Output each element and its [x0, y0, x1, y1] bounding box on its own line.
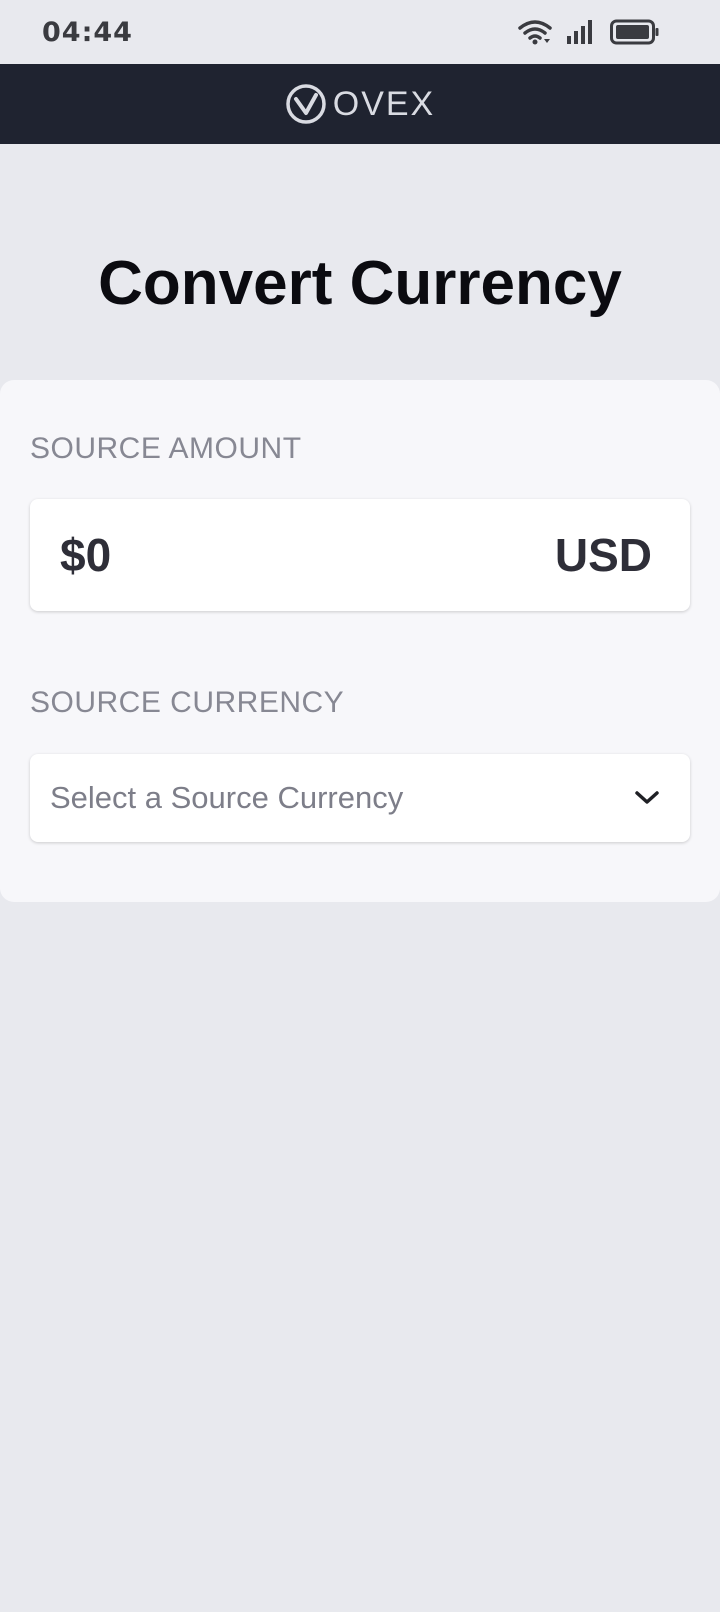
source-amount-label: SOURCE AMOUNT: [30, 432, 302, 465]
logo-text: OVEX: [332, 84, 436, 123]
page-title: Convert Currency: [98, 249, 622, 318]
status-time: 04:44: [42, 16, 133, 48]
source-currency-select[interactable]: Select a Source Currency: [30, 754, 690, 842]
source-amount-currency: USD: [554, 529, 652, 581]
chevron-down-icon: [634, 789, 660, 807]
wifi-icon: [518, 19, 552, 45]
battery-icon: [610, 19, 660, 45]
source-currency-placeholder: Select a Source Currency: [50, 780, 404, 815]
source-currency-label: SOURCE CURRENCY: [30, 686, 345, 719]
source-amount-input[interactable]: $0 USD: [30, 499, 690, 611]
ovex-logo-icon: [285, 83, 327, 125]
status-icons: [518, 19, 660, 45]
source-amount-value: $0: [60, 529, 112, 581]
logo[interactable]: OVEX: [285, 83, 435, 125]
status-bar: 04:44: [0, 0, 720, 64]
signal-icon: [566, 19, 596, 45]
convert-form-card: SOURCE AMOUNT $0 USD SOURCE CURRENCY Sel…: [0, 380, 720, 902]
app-header: OVEX: [0, 64, 720, 144]
